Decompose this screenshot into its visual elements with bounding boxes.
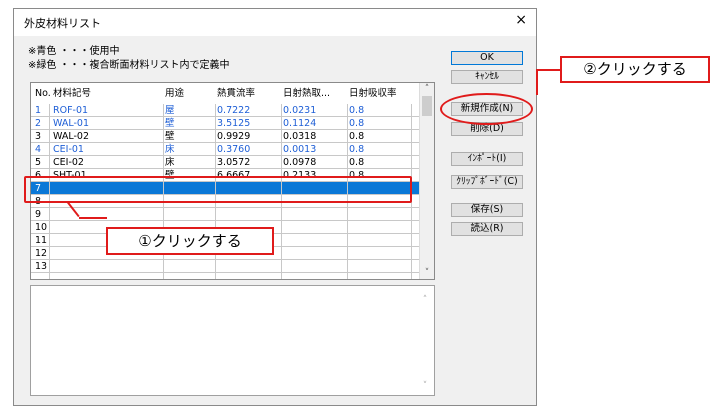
scroll-down-icon[interactable]: ˅ [420,268,434,278]
clipboard-button[interactable]: ｸﾘｯﾌﾟﾎﾞｰﾄﾞ(C) [451,175,523,189]
memo-scroll-down-icon[interactable]: ˅ [418,381,432,391]
callout-step2: ②クリックする [560,56,710,83]
window-title: 外皮材料リスト [24,17,101,30]
scroll-up-icon[interactable]: ˄ [420,84,434,94]
row-divider [31,272,421,273]
save-button[interactable]: 保存(S) [451,203,523,217]
column-header[interactable]: 用途 [165,87,184,100]
material-list-dialog: 外皮材料リスト × ※青色 ・・・使用中 ※緑色 ・・・複合断面材料リスト内で定… [13,8,537,406]
new-button-highlight-annotation [440,93,533,125]
close-icon[interactable]: × [515,12,527,28]
title-bar: 外皮材料リスト × [14,9,536,36]
callout1-leader-h [79,217,107,219]
legend-blue: ※青色 ・・・使用中 [28,46,120,57]
column-header[interactable]: No. [35,87,51,100]
import-button[interactable]: ｲﾝﾎﾟｰﾄ(I) [451,152,523,166]
column-header[interactable]: 日射熱取... [283,87,330,100]
callout2-leader [536,70,538,95]
cancel-button[interactable]: ｷｬﾝｾﾙ [451,70,523,84]
column-header[interactable]: 熱貫流率 [217,87,255,100]
legend-green: ※緑色 ・・・複合断面材料リスト内で定義中 [28,60,230,71]
callout-step1: ①クリックする [106,227,274,255]
ok-button[interactable]: OK [451,51,523,65]
row-highlight-annotation [24,176,412,203]
memo-scroll-up-icon[interactable]: ˄ [418,295,432,305]
table-header: No. 材料記号 用途 熱貫流率 日射熱取... 日射吸収率 [31,87,421,100]
table-scrollbar[interactable]: ˄ ˅ [419,83,434,279]
column-header[interactable]: 材料記号 [53,87,91,100]
memo-area[interactable]: ˄ ˅ [30,285,435,396]
load-button[interactable]: 読込(R) [451,222,523,236]
callout2-leader-h [536,69,560,71]
scroll-thumb[interactable] [422,96,432,116]
column-header[interactable]: 日射吸収率 [349,87,397,100]
